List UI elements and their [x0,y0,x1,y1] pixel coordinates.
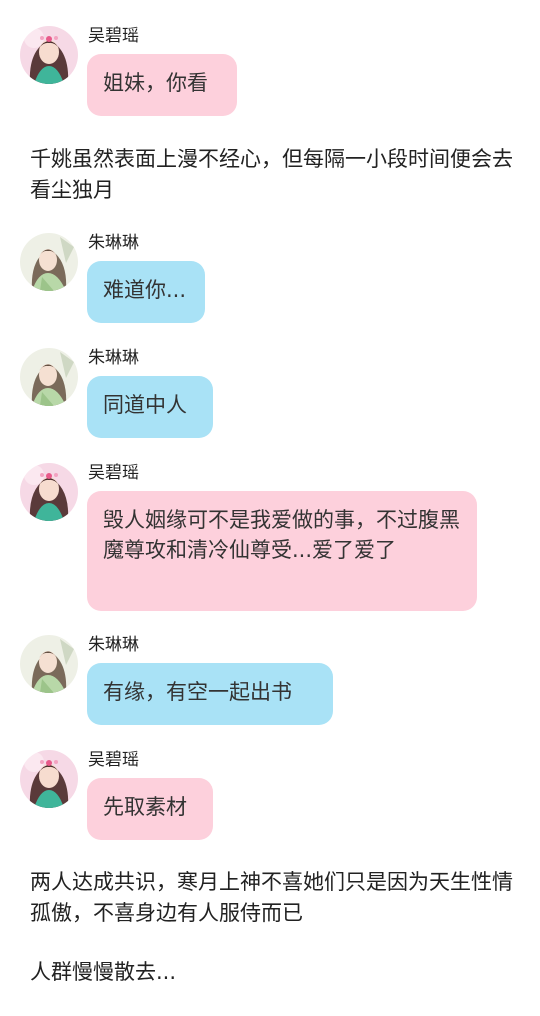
sender-name: 朱琳琳 [88,635,139,655]
message-bubble[interactable]: 难道你... [87,261,205,323]
sender-name: 朱琳琳 [88,233,139,253]
narration-text: 千姚虽然表面上漫不经心，但每隔一小段时间便会去看尘独月 [30,147,513,202]
message-bubble[interactable]: 姐妹，你看 [87,54,237,116]
pink-haired-girl-avatar-icon[interactable] [20,463,78,521]
message-bubble[interactable]: 先取素材 [87,778,213,840]
message-bubble[interactable]: 毁人姻缘可不是我爱做的事，不过腹黑魔尊攻和清冷仙尊受...爱了爱了 [87,491,477,611]
narration-text: 人群慢慢散去... [30,960,177,984]
sender-name: 吴碧瑶 [88,750,139,770]
green-robed-girl-avatar-icon[interactable] [20,348,78,406]
sender-name: 朱琳琳 [88,348,139,368]
pink-haired-girl-avatar-icon[interactable] [20,26,78,84]
green-robed-girl-avatar-icon[interactable] [20,635,78,693]
narration-text: 两人达成共识，寒月上神不喜她们只是因为天生性情孤傲，不喜身边有人服侍而已 [30,870,513,925]
sender-name: 吴碧瑶 [88,26,139,46]
pink-haired-girl-avatar-icon[interactable] [20,750,78,808]
message-bubble[interactable]: 同道中人 [87,376,213,438]
message-bubble[interactable]: 有缘，有空一起出书 [87,663,333,725]
sender-name: 吴碧瑶 [88,463,139,483]
green-robed-girl-avatar-icon[interactable] [20,233,78,291]
